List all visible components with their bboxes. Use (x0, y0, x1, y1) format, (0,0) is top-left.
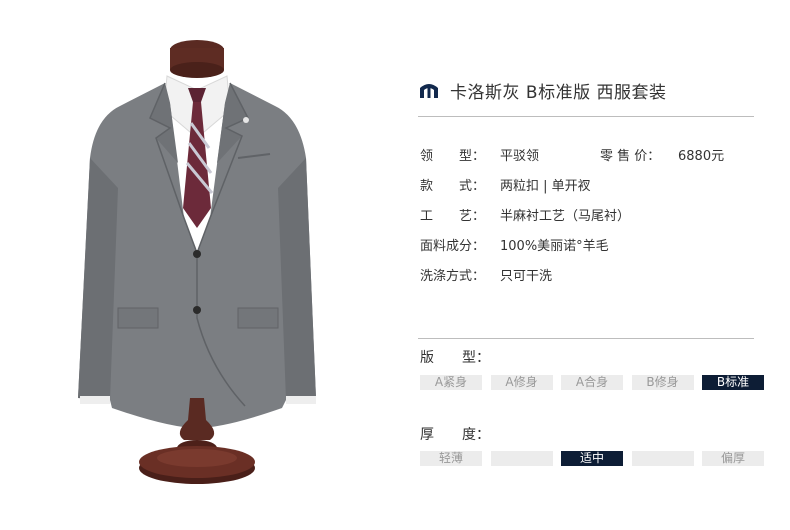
fit-option-b-tailored[interactable]: B修身 (631, 375, 694, 390)
spec-value: 100%美丽诺°羊毛 (500, 239, 609, 254)
spec-lapel: 领 型： 平驳领 零 售 价： 6880元 (420, 145, 756, 164)
fit-options: A紧身 A修身 A合身 B修身 B标准 (420, 375, 764, 390)
brand-crest-icon (420, 83, 438, 98)
spec-style: 款 式： 两粒扣 | 单开衩 (420, 175, 591, 194)
fit-label: 版 型： (420, 350, 490, 366)
spec-label: 工 艺： (420, 209, 486, 224)
price-label: 零 售 价： (600, 149, 661, 164)
thickness-options: 轻薄 适中 偏厚 (420, 451, 764, 466)
thickness-option-blank[interactable] (490, 451, 553, 466)
product-title: 卡洛斯灰 B标准版 西服套装 (450, 83, 667, 103)
retail-price: 零 售 价： 6880元 (600, 145, 724, 164)
divider (418, 338, 754, 339)
spec-fabric: 面料成分： 100%美丽诺°羊毛 (420, 235, 609, 254)
thickness-option-medium[interactable]: 适中 (561, 451, 623, 466)
spec-value: 两粒扣 | 单开衩 (500, 179, 591, 194)
fit-option-a-tailored[interactable]: A修身 (490, 375, 553, 390)
price-value: 6880元 (678, 149, 725, 164)
product-info-panel: 卡洛斯灰 B标准版 西服套装 领 型： 平驳领 零 售 价： 6880元 款 式： 两… (418, 0, 764, 530)
spec-label: 面料成分： (420, 239, 486, 254)
suit-product-image (78, 40, 316, 484)
fit-option-a-slim[interactable]: A紧身 (420, 375, 482, 390)
spec-label: 洗涤方式： (420, 269, 486, 284)
product-header: 卡洛斯灰 B标准版 西服套装 (418, 78, 666, 103)
thickness-option-thick[interactable]: 偏厚 (702, 451, 764, 466)
thickness-option-light[interactable]: 轻薄 (420, 451, 482, 466)
spec-label: 款 式： (420, 179, 486, 194)
fit-option-b-standard[interactable]: B标准 (702, 375, 764, 390)
thickness-label: 厚 度： (420, 427, 490, 443)
spec-value: 半麻衬工艺（马尾衬） (500, 209, 631, 224)
spec-value: 平驳领 (500, 149, 540, 164)
divider (418, 116, 754, 117)
spec-value: 只可干洗 (500, 269, 553, 284)
spec-label: 领 型： (420, 149, 486, 164)
fit-option-a-regular[interactable]: A合身 (561, 375, 623, 390)
spec-craft: 工 艺： 半麻衬工艺（马尾衬） (420, 205, 630, 224)
thickness-option-blank[interactable] (631, 451, 694, 466)
spec-wash: 洗涤方式： 只可干洗 (420, 265, 552, 284)
